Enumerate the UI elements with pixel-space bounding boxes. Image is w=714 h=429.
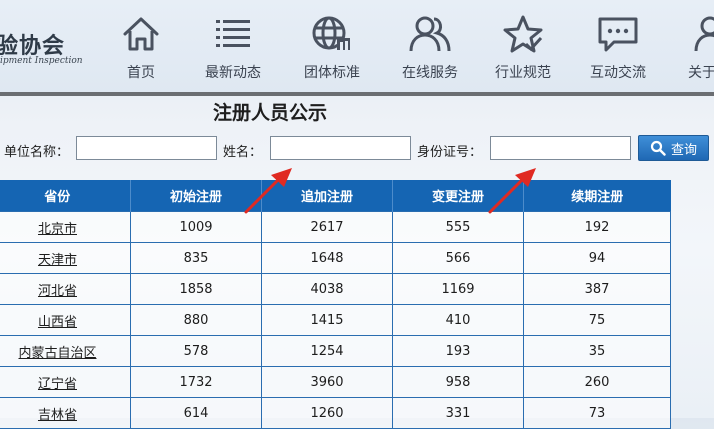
table-row: 河北省 1858 4038 1169 387 bbox=[0, 273, 671, 305]
id-number-input[interactable] bbox=[490, 136, 631, 160]
renewal-count-cell: 94 bbox=[523, 242, 671, 274]
renewal-count-cell: 35 bbox=[523, 335, 671, 367]
users-icon bbox=[409, 16, 451, 52]
initial-count-cell: 578 bbox=[130, 335, 262, 367]
renewal-count-cell: 260 bbox=[523, 366, 671, 398]
initial-count-cell: 1858 bbox=[130, 273, 262, 305]
person-name-label: 姓名： bbox=[223, 145, 263, 160]
home-icon bbox=[123, 17, 159, 51]
nav-item-industry-norms[interactable]: 行业规范 bbox=[478, 14, 568, 82]
page-title: 注册人员公示 bbox=[212, 102, 327, 124]
province-link[interactable]: 北京市 bbox=[38, 222, 77, 237]
table-row: 山西省 880 1415 410 75 bbox=[0, 304, 671, 336]
nav-item-standards[interactable]: 团体标准 bbox=[287, 14, 377, 82]
table-row: 天津市 835 1648 566 94 bbox=[0, 242, 671, 274]
change-count-cell: 410 bbox=[392, 304, 524, 336]
additional-count-cell: 1648 bbox=[261, 242, 393, 274]
province-link[interactable]: 山西省 bbox=[38, 315, 77, 330]
province-link[interactable]: 天津市 bbox=[38, 253, 77, 268]
query-button-label: 查询 bbox=[670, 142, 697, 158]
province-cell: 河北省 bbox=[0, 273, 131, 305]
table-row: 辽宁省 1732 3960 958 260 bbox=[0, 366, 671, 398]
column-header-change: 变更注册 bbox=[392, 180, 524, 212]
province-link[interactable]: 吉林省 bbox=[38, 408, 77, 423]
site-header: 验协会 ipment Inspection 首页 最新动态 团体标准 在线服务 … bbox=[0, 0, 714, 92]
column-header-initial: 初始注册 bbox=[130, 180, 262, 212]
nav-item-home[interactable]: 首页 bbox=[96, 14, 186, 82]
nav-label-industry-norms: 行业规范 bbox=[495, 65, 551, 81]
id-number-label: 身份证号： bbox=[417, 145, 483, 160]
person-name-input[interactable] bbox=[270, 136, 411, 160]
search-icon bbox=[650, 140, 666, 156]
user-icon bbox=[694, 16, 714, 52]
additional-count-cell: 1254 bbox=[261, 335, 393, 367]
table-header-row: 省份 初始注册 追加注册 变更注册 续期注册 bbox=[0, 180, 671, 212]
additional-count-cell: 1260 bbox=[261, 397, 393, 429]
unit-name-label: 单位名称： bbox=[4, 145, 70, 160]
initial-count-cell: 1732 bbox=[130, 366, 262, 398]
list-icon bbox=[216, 20, 250, 47]
renewal-count-cell: 192 bbox=[523, 211, 671, 243]
province-cell: 辽宁省 bbox=[0, 366, 131, 398]
unit-name-input[interactable] bbox=[76, 136, 217, 160]
renewal-count-cell: 75 bbox=[523, 304, 671, 336]
nav-item-about[interactable]: 关于 bbox=[664, 14, 714, 82]
nav-label-news: 最新动态 bbox=[205, 65, 261, 81]
initial-count-cell: 614 bbox=[130, 397, 262, 429]
nav-label-standards: 团体标准 bbox=[304, 65, 360, 81]
province-cell: 天津市 bbox=[0, 242, 131, 274]
additional-count-cell: 4038 bbox=[261, 273, 393, 305]
globe-icon bbox=[312, 16, 350, 50]
nav-label-home: 首页 bbox=[127, 65, 155, 81]
nav-item-interaction[interactable]: 互动交流 bbox=[573, 14, 663, 82]
nav-item-news[interactable]: 最新动态 bbox=[188, 14, 278, 82]
table-row: 吉林省 614 1260 331 73 bbox=[0, 397, 671, 429]
table-row: 内蒙古自治区 578 1254 193 35 bbox=[0, 335, 671, 367]
registration-table: 省份 初始注册 追加注册 变更注册 续期注册 北京市 1009 2617 555… bbox=[0, 180, 671, 429]
change-count-cell: 958 bbox=[392, 366, 524, 398]
site-logo-subtitle: ipment Inspection bbox=[0, 56, 83, 66]
star-check-icon bbox=[503, 15, 543, 53]
province-cell: 内蒙古自治区 bbox=[0, 335, 131, 367]
renewal-count-cell: 387 bbox=[523, 273, 671, 305]
nav-item-online-service[interactable]: 在线服务 bbox=[385, 14, 475, 82]
additional-count-cell: 3960 bbox=[261, 366, 393, 398]
province-link[interactable]: 辽宁省 bbox=[38, 377, 77, 392]
additional-count-cell: 1415 bbox=[261, 304, 393, 336]
change-count-cell: 555 bbox=[392, 211, 524, 243]
initial-count-cell: 1009 bbox=[130, 211, 262, 243]
column-header-renewal: 续期注册 bbox=[523, 180, 671, 212]
additional-count-cell: 2617 bbox=[261, 211, 393, 243]
change-count-cell: 331 bbox=[392, 397, 524, 429]
column-header-province: 省份 bbox=[0, 180, 131, 212]
table-row: 北京市 1009 2617 555 192 bbox=[0, 211, 671, 243]
chat-icon bbox=[598, 17, 638, 52]
change-count-cell: 566 bbox=[392, 242, 524, 274]
nav-label-about: 关于 bbox=[688, 65, 714, 81]
nav-label-online-service: 在线服务 bbox=[402, 65, 458, 81]
province-link[interactable]: 内蒙古自治区 bbox=[18, 346, 96, 361]
column-header-additional: 追加注册 bbox=[261, 180, 393, 212]
initial-count-cell: 835 bbox=[130, 242, 262, 274]
province-cell: 吉林省 bbox=[0, 397, 131, 429]
header-divider bbox=[0, 92, 714, 96]
initial-count-cell: 880 bbox=[130, 304, 262, 336]
query-button[interactable]: 查询 bbox=[638, 135, 709, 161]
change-count-cell: 1169 bbox=[392, 273, 524, 305]
province-cell: 北京市 bbox=[0, 211, 131, 243]
province-cell: 山西省 bbox=[0, 304, 131, 336]
province-link[interactable]: 河北省 bbox=[38, 284, 77, 299]
renewal-count-cell: 73 bbox=[523, 397, 671, 429]
nav-label-interaction: 互动交流 bbox=[590, 65, 646, 81]
change-count-cell: 193 bbox=[392, 335, 524, 367]
